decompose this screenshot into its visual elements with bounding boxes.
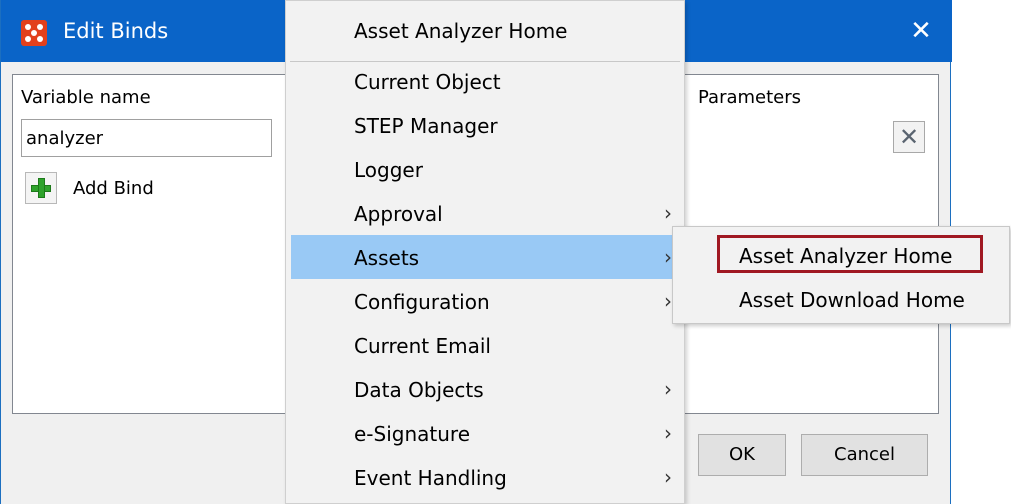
menu-item-label: e-Signature [354,422,471,446]
menu-item-approval[interactable]: Approval › [286,191,684,235]
chevron-right-icon: › [664,421,672,445]
menu-item-data-objects[interactable]: Data Objects › [286,367,684,411]
menu-item-current-email[interactable]: Current Email [286,323,684,367]
menu-item-label: Approval [354,202,443,226]
submenu-item-asset-analyzer-home[interactable]: Asset Analyzer Home [673,233,1009,277]
menu-item-current-object[interactable]: Current Object [286,59,684,103]
menu-item-label: Logger [354,158,423,182]
menu-item-assets[interactable]: Assets › [291,235,681,279]
submenu-item-label: Asset Download Home [739,288,965,312]
parameters-label: Parameters [698,87,802,108]
chevron-right-icon: › [664,245,672,269]
menu-list: Current Object STEP Manager Logger Approval… [286,59,684,499]
submenu-item-asset-download-home[interactable]: Asset Download Home [673,277,1009,321]
menu-item-label: Current Email [354,334,491,358]
variable-name-input[interactable] [21,119,272,157]
remove-icon[interactable]: ✕ [893,121,925,153]
plus-icon [25,172,57,204]
menu-item-label: Data Objects [354,378,484,402]
assets-submenu: Asset Analyzer Home Asset Download Home [672,226,1010,324]
chevron-right-icon: › [664,289,672,313]
menu-item-step-manager[interactable]: STEP Manager [286,103,684,147]
binds-list-panel: Variable name Add Bind [12,74,292,414]
menu-item-configuration[interactable]: Configuration › [286,279,684,323]
chevron-right-icon: › [664,465,672,489]
app-logo-icon [21,20,47,46]
chevron-right-icon: › [664,377,672,401]
menu-item-logger[interactable]: Logger [286,147,684,191]
window-title: Edit Binds [63,19,169,43]
ok-button[interactable]: OK [698,434,786,476]
menu-item-label: STEP Manager [354,114,498,138]
chevron-right-icon: › [664,201,672,225]
cancel-button[interactable]: Cancel [801,434,928,476]
menu-header-item[interactable]: Asset Analyzer Home [286,1,684,61]
menu-header-label: Asset Analyzer Home [354,19,568,43]
menu-item-event-handling[interactable]: Event Handling › [286,455,684,499]
menu-item-label: Event Handling [354,466,507,490]
variable-name-label: Variable name [21,87,151,108]
add-bind-label: Add Bind [73,177,154,199]
add-bind-button[interactable]: Add Bind [25,171,154,205]
submenu-item-label: Asset Analyzer Home [739,244,953,268]
menu-item-e-signature[interactable]: e-Signature › [286,411,684,455]
screen: Edit Binds ✕ Variable name Add Bind Para… [0,0,1011,504]
menu-item-label: Current Object [354,70,501,94]
context-menu: Asset Analyzer Home Current Object STEP M… [285,0,685,504]
menu-item-label: Configuration [354,290,490,314]
menu-item-label: Assets [354,246,420,270]
close-icon[interactable]: ✕ [896,10,946,52]
